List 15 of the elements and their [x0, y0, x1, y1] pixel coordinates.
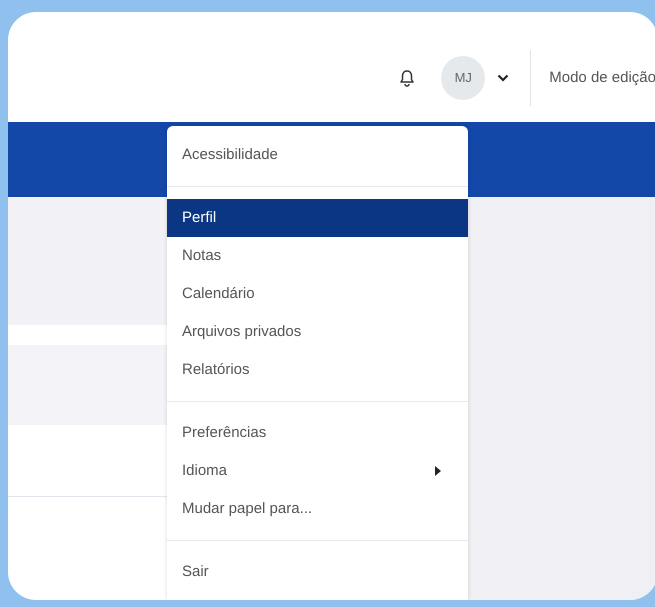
- menu-item[interactable]: Sair: [167, 553, 468, 591]
- menu-item[interactable]: Idioma: [167, 452, 468, 490]
- chevron-down-icon[interactable]: [497, 74, 510, 82]
- caret-right-icon: [435, 466, 441, 476]
- menu-item[interactable]: Arquivos privados: [167, 313, 468, 351]
- bell-icon[interactable]: [399, 69, 416, 87]
- user-avatar[interactable]: MJ: [441, 56, 486, 100]
- menu-item[interactable]: Relatórios: [167, 351, 468, 389]
- menu-item[interactable]: Acessibilidade: [167, 136, 468, 174]
- menu-item[interactable]: Notas: [167, 237, 468, 275]
- menu-item[interactable]: Perfil: [167, 199, 468, 237]
- edit-mode-label: Modo de edição: [549, 68, 655, 88]
- menu-item[interactable]: Calendário: [167, 275, 468, 313]
- menu-item[interactable]: Mudar papel para...: [167, 490, 468, 528]
- menu-item[interactable]: Preferências: [167, 414, 468, 452]
